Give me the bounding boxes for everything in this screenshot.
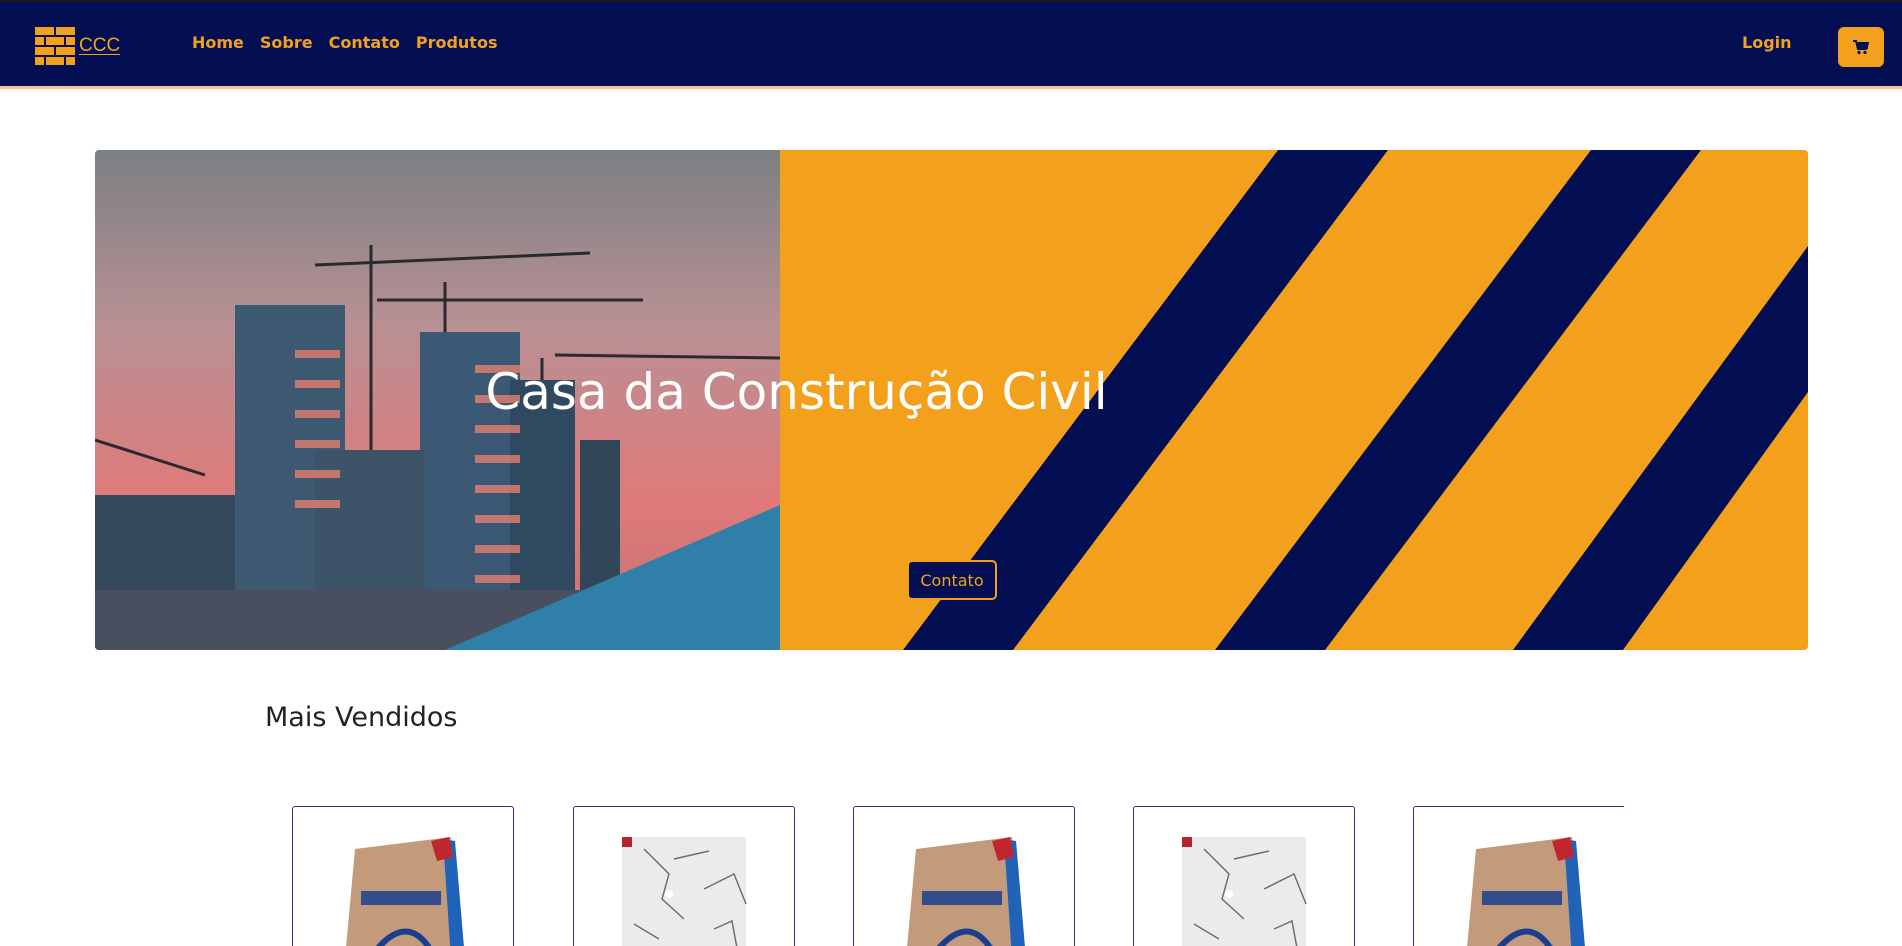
nav-contato[interactable]: Contato [329,33,400,52]
cement-bag-image [1467,837,1585,946]
nav-links: Home Sobre Contato Produtos [192,33,513,52]
hero-title: Casa da Construção Civil [485,363,1108,421]
hero-contact-button[interactable]: Contato [907,560,997,600]
marble-tile-image [1182,837,1307,946]
cart-button[interactable] [1838,27,1884,67]
hero-banner: Casa da Construção Civil Contato [95,150,1808,650]
section-title: Mais Vendidos [265,702,458,733]
nav-produtos[interactable]: Produtos [416,33,498,52]
nav-sobre[interactable]: Sobre [260,33,313,52]
cement-bag-image [907,837,1025,946]
product-card[interactable] [292,806,514,946]
nav-home[interactable]: Home [192,33,244,52]
brand-logo-link[interactable]: CCC [35,26,154,66]
product-card[interactable] [1413,806,1624,946]
brick-wall-icon [35,27,75,65]
login-link[interactable]: Login [1742,33,1792,52]
product-card[interactable] [853,806,1075,946]
products-carousel [292,806,1624,946]
cement-bag-image [346,837,464,946]
product-card[interactable] [1133,806,1355,946]
navbar: CCC Home Sobre Contato Produtos Login [0,0,1902,89]
product-card[interactable] [573,806,795,946]
brand-name: CCC [79,35,121,56]
shopping-cart-icon [1853,39,1869,54]
marble-tile-image [622,837,747,946]
